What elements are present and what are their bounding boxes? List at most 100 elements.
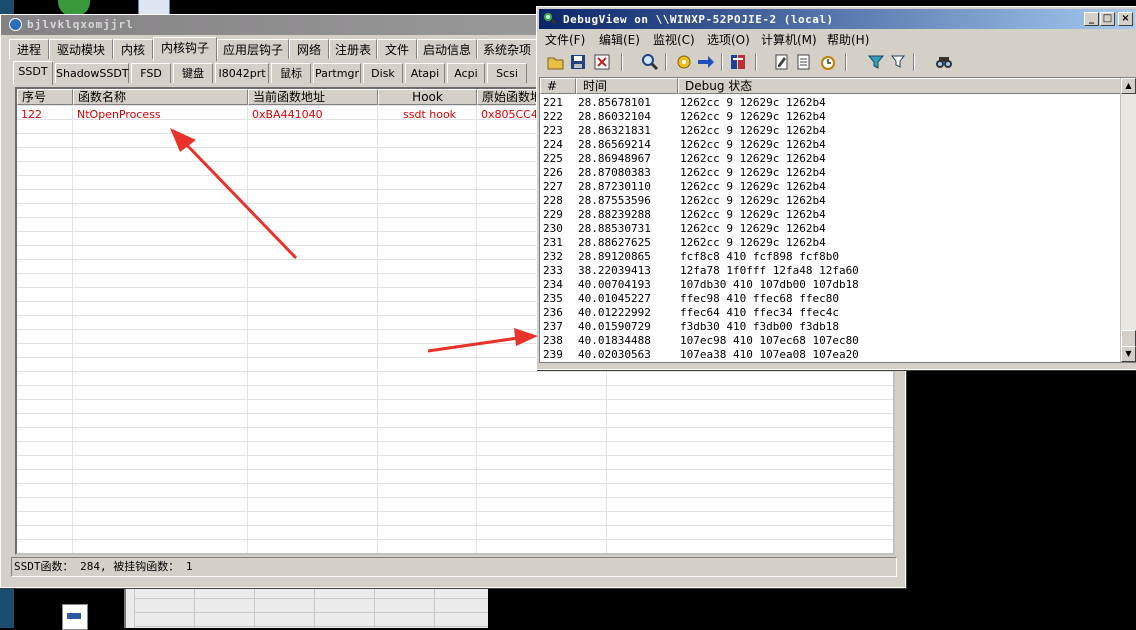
list-item[interactable]: 230 28.88530731 1262cc 9 12629c 1262b4 xyxy=(540,222,1120,236)
file-icon[interactable] xyxy=(62,604,88,630)
cell-function-name: NtOpenProcess xyxy=(77,108,161,121)
clock-icon[interactable] xyxy=(819,53,837,71)
list-item[interactable]: 229 28.88239288 1262cc 9 12629c 1262b4 xyxy=(540,208,1120,222)
row-time: 38.22039413 xyxy=(578,264,651,277)
col-header-debug-print[interactable]: Debug 状态 xyxy=(678,78,1122,94)
maximize-button[interactable]: □ xyxy=(1100,12,1115,26)
col-header-index[interactable]: 序号 xyxy=(17,89,73,105)
row-message: 1262cc 9 12629c 1262b4 xyxy=(680,166,826,179)
window-icon[interactable] xyxy=(138,0,170,15)
tab-user-hooks[interactable]: 应用层钩子 xyxy=(217,39,289,59)
col-header-hook[interactable]: Hook xyxy=(378,89,477,105)
capture-icon[interactable] xyxy=(675,53,693,71)
row-number: 236 xyxy=(543,306,563,319)
list-item[interactable]: 238 40.01834488 107ec98 410 107ec68 107ec8… xyxy=(540,334,1120,348)
search-binoculars-icon[interactable] xyxy=(935,53,953,71)
vertical-scrollbar[interactable]: ▲ ▼ xyxy=(1120,78,1136,362)
row-message: 1262cc 9 12629c 1262b4 xyxy=(680,222,826,235)
tab-kernel-hooks[interactable]: 内核钩子 xyxy=(153,37,217,61)
tab-ssdt[interactable]: SSDT xyxy=(13,61,53,85)
tab-network[interactable]: 网络 xyxy=(289,39,329,59)
row-time: 28.87553596 xyxy=(578,194,651,207)
list-item[interactable]: 231 28.88627625 1262cc 9 12629c 1262b4 xyxy=(540,236,1120,250)
tab-atapi[interactable]: Atapi xyxy=(405,63,445,83)
close-button[interactable]: × xyxy=(1118,12,1133,26)
tab-partmgr[interactable]: Partmgr xyxy=(313,63,361,83)
tab-file[interactable]: 文件 xyxy=(377,39,417,59)
list-item[interactable]: 223 28.86321831 1262cc 9 12629c 1262b4 xyxy=(540,124,1120,138)
menu-capture[interactable]: 监视(C) xyxy=(653,31,695,49)
row-time: 28.88530731 xyxy=(578,222,651,235)
tab-misc[interactable]: 系统杂项 xyxy=(477,39,537,59)
tab-startup[interactable]: 启动信息 xyxy=(417,39,477,59)
list-item[interactable]: 221 28.85678101 1262cc 9 12629c 1262b4 xyxy=(540,96,1120,110)
tab-driver-modules[interactable]: 驱动模块 xyxy=(49,39,113,59)
row-number: 233 xyxy=(543,264,563,277)
row-number: 238 xyxy=(543,334,563,347)
list-item[interactable]: 234 40.00704193 107db30 410 107db00 107db1… xyxy=(540,278,1120,292)
list-item[interactable]: 227 28.87230110 1262cc 9 12629c 1262b4 xyxy=(540,180,1120,194)
row-number: 225 xyxy=(543,152,563,165)
tab-disk[interactable]: Disk xyxy=(363,63,403,83)
row-number: 239 xyxy=(543,348,563,361)
row-time: 28.87080383 xyxy=(578,166,651,179)
tab-registry[interactable]: 注册表 xyxy=(329,39,377,59)
list-item[interactable]: 233 38.22039413 12fa78 1f0fff 12fa48 12fa6… xyxy=(540,264,1120,278)
edit-filter-icon[interactable] xyxy=(773,53,791,71)
list-item[interactable]: 236 40.01222992 ffec64 410 ffec34 ffec4c xyxy=(540,306,1120,320)
menu-file[interactable]: 文件(F) xyxy=(545,31,585,49)
col-header-time[interactable]: 时间 xyxy=(576,78,678,94)
menu-computer[interactable]: 计算机(M) xyxy=(761,31,817,49)
row-number: 235 xyxy=(543,292,563,305)
tab-keyboard[interactable]: 键盘 xyxy=(173,63,213,83)
save-icon[interactable] xyxy=(569,53,587,71)
tab-process[interactable]: 进程 xyxy=(9,39,49,59)
list-item[interactable]: 224 28.86569214 1262cc 9 12629c 1262b4 xyxy=(540,138,1120,152)
list-item[interactable]: 225 28.86948967 1262cc 9 12629c 1262b4 xyxy=(540,152,1120,166)
find-icon[interactable] xyxy=(641,53,659,71)
debugview-title-bar[interactable]: DebugView on \\WINXP-52POJIE-2 (local) _… xyxy=(539,9,1135,29)
menu-edit[interactable]: 编辑(E) xyxy=(599,31,640,49)
row-number: 228 xyxy=(543,194,563,207)
col-header-current-address[interactable]: 当前函数地址 xyxy=(248,89,378,105)
document-icon[interactable] xyxy=(795,53,813,71)
row-time: 40.01834488 xyxy=(578,334,651,347)
row-message: 1262cc 9 12629c 1262b4 xyxy=(680,96,826,109)
clear-icon[interactable] xyxy=(593,53,611,71)
col-header-function-name[interactable]: 函数名称 xyxy=(73,89,248,105)
debug-output-list[interactable]: # 时间 Debug 状态 221 28.85678101 1262cc 9 126… xyxy=(539,77,1136,363)
tab-kernel[interactable]: 内核 xyxy=(113,39,153,59)
list-item[interactable]: 226 28.87080383 1262cc 9 12629c 1262b4 xyxy=(540,166,1120,180)
list-item[interactable]: 232 28.89120865 fcf8c8 410 fcf898 fcf8b0 xyxy=(540,250,1120,264)
minimize-button[interactable]: _ xyxy=(1084,12,1099,26)
scroll-down-button[interactable]: ▼ xyxy=(1121,346,1136,362)
autoscroll-icon[interactable] xyxy=(697,53,715,71)
tab-i8042prt[interactable]: I8042prt xyxy=(215,63,269,83)
tab-shadowssdt[interactable]: ShadowSSDT xyxy=(55,63,129,83)
scroll-up-button[interactable]: ▲ xyxy=(1121,78,1136,94)
tab-mouse[interactable]: 鼠标 xyxy=(271,63,311,83)
row-time: 40.02030563 xyxy=(578,348,651,361)
open-icon[interactable] xyxy=(547,53,565,71)
highlight-icon[interactable] xyxy=(729,53,747,71)
row-message: 12fa78 1f0fff 12fa48 12fa60 xyxy=(680,264,859,277)
list-item[interactable]: 239 40.02030563 107ea38 410 107ea08 107ea2… xyxy=(540,348,1120,362)
menu-options[interactable]: 选项(O) xyxy=(707,31,750,49)
row-number: 234 xyxy=(543,278,563,291)
cell-index: 122 xyxy=(21,108,42,121)
list-item[interactable]: 237 40.01590729 f3db30 410 f3db00 f3db18 xyxy=(540,320,1120,334)
filter-icon[interactable] xyxy=(867,53,885,71)
highlight-filter-icon[interactable] xyxy=(889,53,907,71)
list-item[interactable]: 235 40.01045227 ffec98 410 ffec68 ffec80 xyxy=(540,292,1120,306)
row-message: 1262cc 9 12629c 1262b4 xyxy=(680,124,826,137)
list-item[interactable]: 228 28.87553596 1262cc 9 12629c 1262b4 xyxy=(540,194,1120,208)
menu-help[interactable]: 帮助(H) xyxy=(827,31,869,49)
tab-fsd[interactable]: FSD xyxy=(131,63,171,83)
row-number: 224 xyxy=(543,138,563,151)
row-time: 28.85678101 xyxy=(578,96,651,109)
col-header-seq[interactable]: # xyxy=(540,78,576,94)
tab-acpi[interactable]: Acpi xyxy=(447,63,485,83)
list-item[interactable]: 222 28.86032104 1262cc 9 12629c 1262b4 xyxy=(540,110,1120,124)
row-number: 223 xyxy=(543,124,563,137)
tab-scsi[interactable]: Scsi xyxy=(487,63,527,83)
